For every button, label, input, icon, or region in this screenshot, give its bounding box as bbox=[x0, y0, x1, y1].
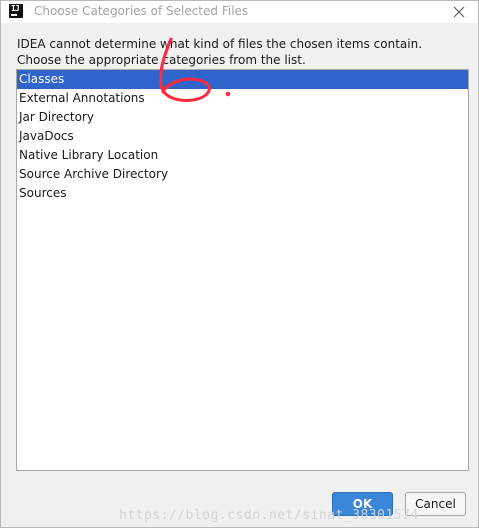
close-icon bbox=[453, 6, 465, 18]
intellij-idea-icon: IJ bbox=[9, 4, 23, 18]
categories-list[interactable]: Classes External Annotations Jar Directo… bbox=[16, 69, 469, 471]
description-line-2: Choose the appropriate categories from t… bbox=[17, 53, 306, 67]
list-item-jar-directory[interactable]: Jar Directory bbox=[17, 108, 468, 127]
watermark: https://blog.csdn.net/sinat_38301574 bbox=[119, 508, 419, 523]
list-item-native-library-location[interactable]: Native Library Location bbox=[17, 146, 468, 165]
list-item-classes[interactable]: Classes bbox=[17, 70, 468, 89]
list-item-sources[interactable]: Sources bbox=[17, 184, 468, 203]
dialog-window: IJ Choose Categories of Selected Files I… bbox=[0, 0, 479, 528]
list-item-javadocs[interactable]: JavaDocs bbox=[17, 127, 468, 146]
list-item-source-archive-directory[interactable]: Source Archive Directory bbox=[17, 165, 468, 184]
dialog-description: IDEA cannot determine what kind of files… bbox=[17, 36, 422, 68]
description-line-1: IDEA cannot determine what kind of files… bbox=[17, 37, 423, 51]
list-item-external-annotations[interactable]: External Annotations bbox=[17, 89, 468, 108]
close-button[interactable] bbox=[450, 3, 468, 21]
window-title: Choose Categories of Selected Files bbox=[34, 4, 249, 18]
title-bar[interactable]: IJ Choose Categories of Selected Files bbox=[1, 1, 478, 23]
